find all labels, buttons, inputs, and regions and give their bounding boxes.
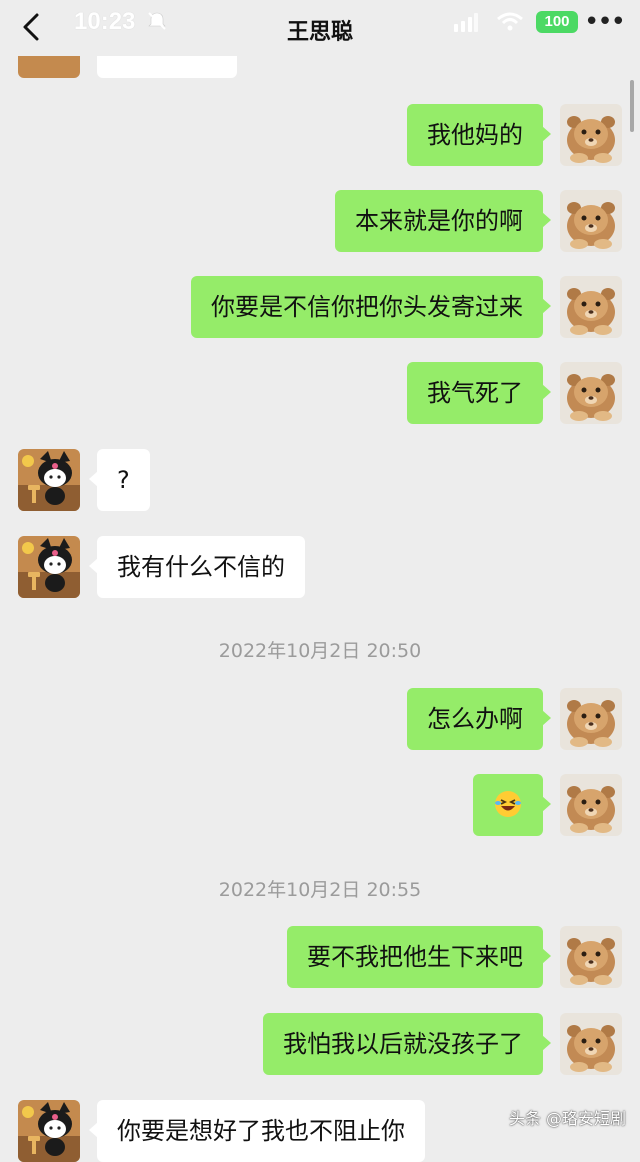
message-row: 怎么办啊: [0, 688, 640, 750]
message-row: 要不我把他生下来吧: [0, 926, 640, 988]
lion-cub-avatar-icon: [560, 926, 622, 988]
watermark: 头条 @珞安短剧: [508, 1109, 626, 1128]
message-bubble[interactable]: 你要是不信你把你头发寄过来: [191, 276, 551, 338]
message-bubble[interactable]: 我怕我以后就没孩子了: [263, 1013, 551, 1075]
my-avatar[interactable]: [560, 1013, 622, 1075]
message-row: 我他妈的: [0, 104, 640, 166]
message-bubble[interactable]: 要不我把他生下来吧: [287, 926, 551, 988]
lion-cub-avatar-icon: [560, 276, 622, 338]
message-bubble[interactable]: 我有什么不信的: [89, 536, 305, 598]
message-bubble[interactable]: ?: [89, 449, 150, 511]
my-avatar[interactable]: [560, 276, 622, 338]
contact-avatar[interactable]: [18, 449, 80, 511]
signal-icon: [454, 13, 478, 32]
message-row: 我有什么不信的: [0, 536, 640, 598]
message-bubble[interactable]: [473, 774, 551, 836]
scrollbar[interactable]: [630, 80, 634, 132]
lion-cub-avatar-icon: [560, 774, 622, 836]
battery-indicator: 100: [536, 11, 578, 33]
lion-cub-avatar-icon: [560, 104, 622, 166]
message-row: ?: [0, 449, 640, 511]
message-row: 我气死了: [0, 362, 640, 424]
message-bubble[interactable]: 本来就是你的啊: [335, 190, 551, 252]
message-row: 我怕我以后就没孩子了: [0, 1013, 640, 1075]
lion-cub-avatar-icon: [560, 362, 622, 424]
message-bubble[interactable]: 我他妈的: [407, 104, 551, 166]
my-avatar[interactable]: [560, 190, 622, 252]
laughing-tears-emoji-icon: [495, 791, 521, 817]
my-avatar[interactable]: [560, 688, 622, 750]
my-avatar[interactable]: [560, 926, 622, 988]
lion-cub-avatar-icon: [560, 1013, 622, 1075]
lion-cub-avatar-icon: [560, 190, 622, 252]
header-bar: 10:23 王思聪 100 •••: [0, 0, 640, 56]
contact-avatar[interactable]: [18, 1100, 80, 1162]
lion-cub-avatar-icon: [560, 688, 622, 750]
timestamp: 2022年10月2日 20:55: [218, 879, 422, 901]
my-avatar[interactable]: [560, 362, 622, 424]
wifi-icon: [497, 12, 523, 31]
message-bubble[interactable]: 我气死了: [407, 362, 551, 424]
my-avatar[interactable]: [560, 774, 622, 836]
timestamp: 2022年10月2日 20:50: [218, 640, 422, 662]
message-row: [0, 774, 640, 836]
kuromi-avatar-icon: [18, 1100, 80, 1162]
contact-avatar[interactable]: [18, 536, 80, 598]
my-avatar[interactable]: [560, 104, 622, 166]
more-options-icon[interactable]: •••: [584, 8, 626, 40]
kuromi-avatar-icon: [18, 449, 80, 511]
kuromi-avatar-icon: [18, 536, 80, 598]
message-bubble[interactable]: 怎么办啊: [407, 688, 551, 750]
message-row: 本来就是你的啊: [0, 190, 640, 252]
message-row: 你要是不信你把你头发寄过来: [0, 276, 640, 338]
message-bubble[interactable]: 你要是想好了我也不阻止你: [89, 1100, 425, 1162]
